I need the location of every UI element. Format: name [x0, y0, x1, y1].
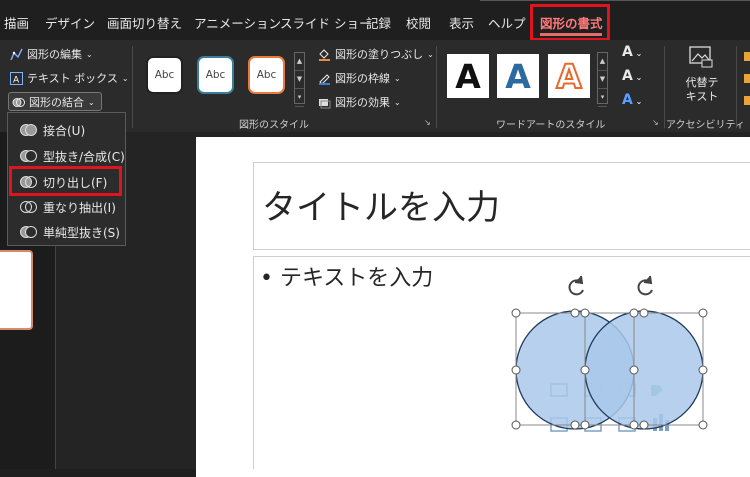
wordart-sample: A — [505, 56, 531, 96]
arrange-icon[interactable] — [744, 52, 750, 61]
text-fill-button[interactable]: A ⌄ — [622, 44, 642, 60]
shape-outline-label: 図形の枠線 — [335, 72, 390, 85]
textbox-button[interactable]: A テキスト ボックス ⌄ — [10, 70, 129, 86]
tab-view[interactable]: 表示 — [449, 13, 474, 32]
combine-shapes-label: 図形の結合 — [29, 96, 84, 109]
scroll-down-icon[interactable]: ▼ — [295, 71, 304, 89]
wordart-style-orange-outline[interactable]: A — [548, 54, 590, 98]
wordart-style-blue[interactable]: A — [497, 54, 539, 98]
shape-effects-label: 図形の効果 — [335, 96, 390, 109]
shape-style-gallery-scroll[interactable]: ▲ ▼ ▾ — [294, 52, 305, 107]
title-placeholder-text: タイトルを入力 — [262, 188, 500, 228]
tab-record[interactable]: 記録 — [366, 13, 391, 32]
arrange-icon[interactable] — [744, 74, 750, 83]
tab-slideshow[interactable]: スライド ショー — [280, 13, 371, 32]
group-separator — [664, 46, 665, 128]
scroll-up-icon[interactable]: ▲ — [295, 53, 304, 71]
edit-shape-label: 図形の編集 — [27, 48, 82, 61]
edit-shape-icon — [10, 48, 23, 60]
alt-text-button[interactable]: 代替テ キスト — [680, 46, 724, 106]
text-effects-button[interactable]: A ⌄ — [622, 92, 642, 108]
ribbon-tab-bar: 描画 デザイン 画面切り替え アニメーション スライド ショー 記録 校閲 表示… — [0, 0, 750, 41]
group-separator — [436, 46, 437, 128]
tab-draw[interactable]: 描画 — [4, 13, 29, 32]
menu-item-label: 重なり抽出(I) — [43, 201, 116, 215]
combine-icon — [20, 149, 37, 164]
shape-style-orange[interactable]: Abc — [248, 56, 285, 94]
menu-item-label: 型抜き/合成(C) — [43, 150, 125, 164]
scroll-up-icon[interactable]: ▲ — [598, 53, 607, 71]
union-icon — [20, 123, 37, 138]
alt-text-label-line1: 代替テ — [685, 76, 719, 89]
chevron-down-icon: ⌄ — [88, 97, 95, 107]
chevron-down-icon: ⌄ — [394, 97, 401, 107]
shape-effects-button[interactable]: 図形の効果 ⌄ — [318, 94, 401, 110]
tab-transitions[interactable]: 画面切り替え — [107, 13, 182, 32]
shape-style-black[interactable]: Abc — [146, 56, 183, 94]
shape-fill-label: 図形の塗りつぶし — [335, 48, 424, 61]
accessibility-group-label: アクセシビリティ — [666, 120, 745, 131]
menu-item-label: 接合(U) — [43, 124, 86, 138]
shape-effects-icon — [319, 98, 331, 108]
menu-item-label: 単純型抜き(S) — [43, 226, 120, 240]
shape-outline-button[interactable]: 図形の枠線 ⌄ — [318, 70, 401, 86]
textbox-icon: A — [10, 71, 23, 85]
text-fill-icon: A — [622, 44, 633, 60]
rotate-handle-icon[interactable] — [568, 275, 653, 296]
chevron-down-icon: ⌄ — [121, 73, 129, 83]
dialog-launcher-icon[interactable]: ↘ — [652, 118, 659, 127]
textbox-label: テキスト ボックス — [27, 72, 118, 85]
text-effects-icon: A — [622, 92, 633, 108]
intersect-icon — [20, 200, 37, 215]
text-outline-icon: A — [622, 68, 633, 84]
wordart-style-black[interactable]: A — [447, 54, 489, 98]
chevron-down-icon: ⌄ — [86, 49, 93, 59]
tab-design[interactable]: デザイン — [45, 13, 95, 32]
subtract-icon — [20, 225, 37, 240]
shape-styles-group-label: 図形のスタイル — [239, 120, 309, 131]
menu-item-highlight-box — [9, 166, 122, 196]
combine-shapes-button[interactable]: 図形の結合 ⌄ — [12, 94, 95, 110]
edit-shape-button[interactable]: 図形の編集 ⌄ — [10, 46, 93, 62]
slide-thumbnail[interactable] — [0, 250, 33, 330]
alt-text-label-line2: キスト — [685, 90, 719, 103]
tab-animations[interactable]: アニメーション — [194, 13, 281, 32]
tab-help[interactable]: ヘルプ — [488, 13, 526, 32]
menu-item-union[interactable]: 接合(U) — [20, 122, 85, 139]
shape-style-sample: Abc — [256, 69, 277, 81]
circle-right[interactable] — [584, 310, 704, 430]
tab-highlight-box — [530, 4, 610, 41]
shape-style-sample: Abc — [205, 69, 226, 81]
tab-review[interactable]: 校閲 — [406, 13, 431, 32]
group-separator — [736, 46, 737, 128]
pencil-icon — [319, 73, 330, 85]
menu-item-combine[interactable]: 型抜き/合成(C) — [20, 148, 125, 165]
paint-bucket-icon — [319, 48, 330, 61]
combine-shapes-icon — [12, 97, 25, 107]
wordart-sample: A — [455, 56, 481, 96]
wordart-sample: A — [555, 56, 583, 97]
gallery-more-icon[interactable]: ▾ — [295, 89, 304, 107]
title-bar-edge — [480, 0, 750, 1]
chevron-down-icon: ⌄ — [427, 49, 434, 59]
text-outline-button[interactable]: A ⌄ — [622, 68, 642, 84]
shape-style-teal[interactable]: Abc — [197, 56, 234, 94]
body-placeholder-text: • テキストを入力 — [260, 266, 434, 291]
shape-fill-button[interactable]: 図形の塗りつぶし ⌄ — [318, 46, 434, 62]
wordart-group-label: ワードアートのスタイル — [496, 120, 606, 131]
menu-item-subtract[interactable]: 単純型抜き(S) — [20, 224, 120, 241]
group-separator — [132, 46, 133, 128]
menu-item-intersect[interactable]: 重なり抽出(I) — [20, 199, 116, 216]
selected-shapes[interactable] — [505, 272, 725, 442]
arrange-icon[interactable] — [744, 96, 750, 105]
scroll-down-icon[interactable]: ▼ — [598, 71, 607, 89]
alt-text-icon — [689, 46, 713, 68]
svg-text:A: A — [13, 75, 20, 85]
gallery-more-icon[interactable]: ▾ — [598, 89, 607, 107]
chevron-down-icon: ⌄ — [394, 73, 401, 83]
wordart-gallery-scroll[interactable]: ▲ ▼ ▾ — [597, 52, 608, 107]
shape-style-sample: Abc — [154, 69, 175, 81]
dialog-launcher-icon[interactable]: ↘ — [424, 118, 431, 127]
